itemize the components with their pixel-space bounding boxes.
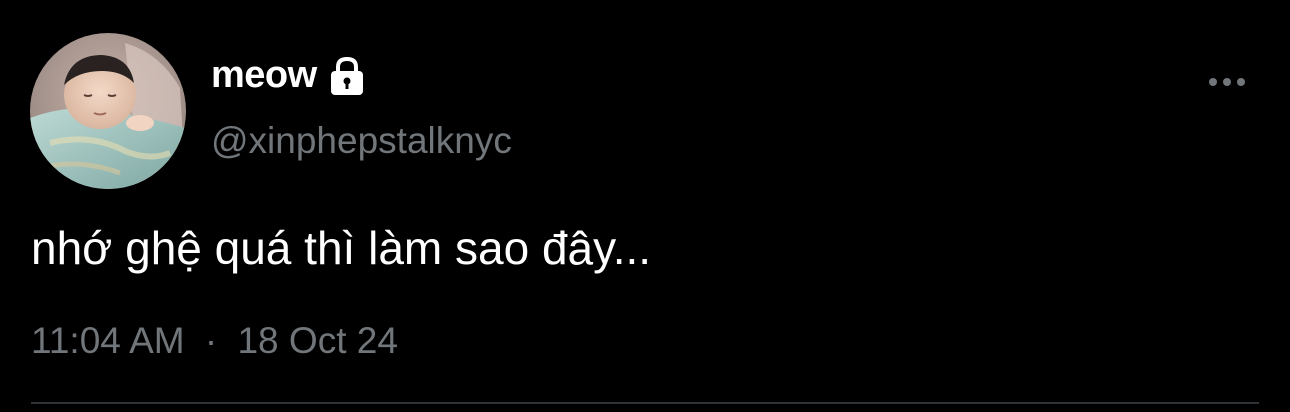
tweet-time: 11:04 AM (31, 320, 185, 361)
more-options-icon (1209, 78, 1245, 86)
tweet-date: 18 Oct 24 (237, 320, 398, 361)
lock-icon (327, 55, 367, 97)
user-handle[interactable]: @xinphepstalknyc (211, 118, 512, 164)
tweet-text: nhớ ghệ quá thì làm sao đây... (31, 222, 652, 274)
meta-separator: · (204, 320, 218, 361)
divider (31, 402, 1259, 404)
tweet-timestamp[interactable]: 11:04 AM · 18 Oct 24 (31, 316, 398, 366)
display-name[interactable]: meow (211, 52, 317, 98)
display-name-row: meow (211, 52, 367, 98)
avatar-image (30, 33, 186, 189)
avatar[interactable] (30, 33, 186, 189)
tweet-card: meow @xinphepstalknyc nhớ ghệ quá thì là… (0, 0, 1290, 412)
more-options-button[interactable] (1200, 62, 1254, 102)
